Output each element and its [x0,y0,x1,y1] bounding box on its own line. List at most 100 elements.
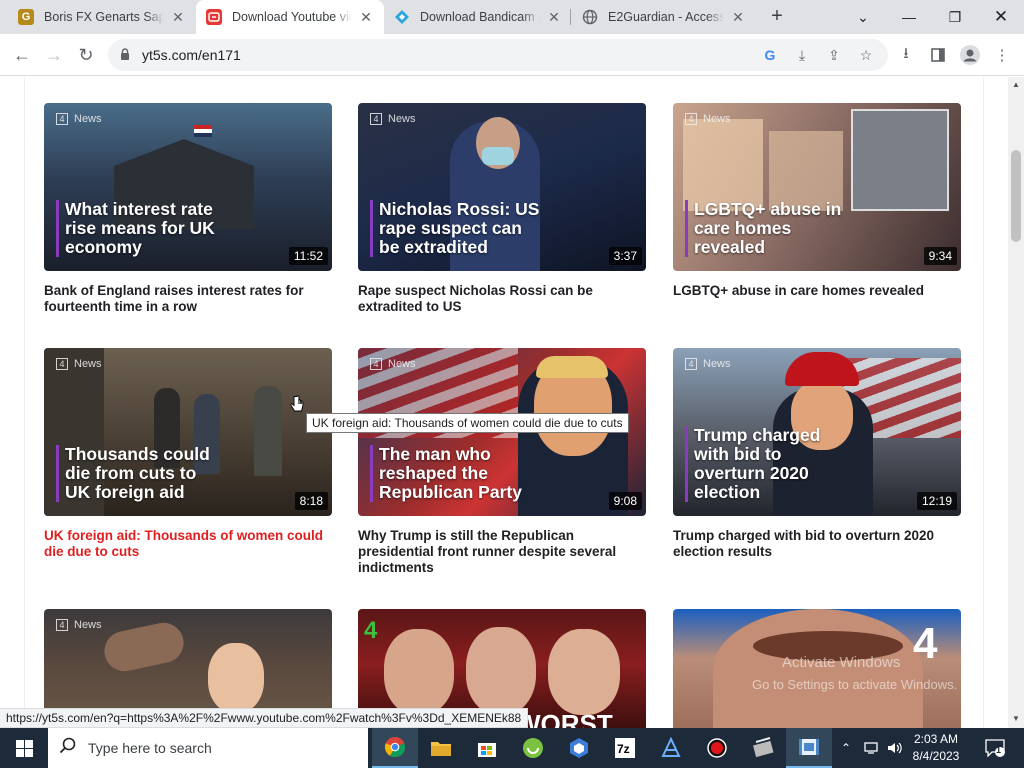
arm-graphic [100,619,188,675]
channel4-logo-icon: 4 [685,113,697,125]
google-lens-icon[interactable]: G [760,45,780,65]
page-viewport: 4 News What interest rate rise means for … [0,77,1008,728]
video-card[interactable]: 4 News The man who reshaped the Republica… [358,348,646,576]
clock-time: 2:03 AM [913,732,959,746]
video-thumbnail[interactable]: 4 News What interest rate rise means for … [44,103,332,271]
badge-label: News [388,358,416,370]
file-explorer-taskbar-icon[interactable] [418,728,464,768]
youtube-download-favicon-icon [206,9,222,25]
channel4-logo-icon: 4 [913,619,938,668]
notification-center-icon[interactable]: 1 [980,728,1010,768]
person-graphic [254,386,282,476]
video-card[interactable]: 4 News Nicholas Rossi: US rape suspect ca… [358,103,646,315]
video-card[interactable]: 4 News Thousands could die from cuts to U… [44,348,332,560]
profile-avatar-icon[interactable] [960,45,980,65]
tab-yt5s[interactable]: Download Youtube videos ✕ [196,0,384,34]
scrollbar-thumb[interactable] [1011,150,1021,242]
video-duration: 8:18 [294,492,328,510]
close-icon[interactable]: ✕ [170,9,186,25]
close-icon[interactable]: ✕ [730,9,746,25]
badge-label: News [703,358,731,370]
tooltip: UK foreign aid: Thousands of women could… [306,413,629,433]
tab-search-chevron-icon[interactable]: ⌄ [840,0,886,34]
tab-bandicam[interactable]: Download Bandicam 6 ✕ [384,0,572,34]
close-icon[interactable]: ✕ [358,9,374,25]
tab-boris-fx[interactable]: G Boris FX Genarts Sapphire ✕ [8,0,196,34]
channel4-logo-icon: 4 [56,358,68,370]
video-title[interactable]: LGBTQ+ abuse in care homes revealed [673,283,961,299]
vertical-scrollbar[interactable]: ▲ ▼ [1008,77,1024,728]
minimize-button[interactable]: — [886,0,932,34]
media-player-taskbar-icon[interactable] [786,728,832,768]
thumbnail-headline: What interest rate rise means for UK eco… [56,200,226,257]
channel-badge: 4 News [56,619,102,631]
tab-strip: G Boris FX Genarts Sapphire ✕ Download Y… [0,0,1024,34]
side-panel-icon[interactable] [928,45,948,65]
network-icon[interactable] [860,728,882,768]
close-icon[interactable]: ✕ [546,9,562,25]
back-button[interactable]: ← [8,41,36,69]
video-thumbnail[interactable]: 4 News LGBTQ+ abuse in care homes reveale… [673,103,961,271]
badge-label: News [74,113,102,125]
video-thumbnail[interactable]: 4 News Trump charged with bid to overturn… [673,348,961,516]
video-card[interactable]: 4 News LGBTQ+ abuse in care homes reveale… [673,103,961,299]
video-title[interactable]: Rape suspect Nicholas Rossi can be extra… [358,283,646,315]
7zip-taskbar-icon[interactable]: 7z [602,728,648,768]
start-button[interactable] [0,728,48,768]
restore-button[interactable]: ❐ [932,0,978,34]
video-thumbnail[interactable]: 4 News Nicholas Rossi: US rape suspect ca… [358,103,646,271]
app-cube-taskbar-icon[interactable] [556,728,602,768]
video-duration: 11:52 [288,247,328,265]
tab-title: E2Guardian - Access Denied [608,10,724,24]
video-grid: 4 News What interest rate rise means for … [24,77,984,728]
status-bar-url: https://yt5s.com/en?q=https%3A%2F%2Fwww.… [0,708,529,728]
tab-title: Download Youtube videos [232,10,352,24]
reload-button[interactable]: ↻ [72,41,100,69]
channel-badge: 4 News [56,358,102,370]
video-editor-taskbar-icon[interactable] [740,728,786,768]
video-title[interactable]: Bank of England raises interest rates fo… [44,283,332,315]
scroll-down-arrow-icon[interactable]: ▼ [1012,715,1020,723]
forward-button[interactable]: → [40,41,68,69]
taskbar-search-box[interactable]: Type here to search [48,728,368,768]
scroll-up-arrow-icon[interactable]: ▲ [1012,81,1020,89]
video-card[interactable]: 4 News What interest rate rise means for … [44,103,332,315]
video-card[interactable]: 4 News Trump charged with bid to overturn… [673,348,961,560]
app-green-taskbar-icon[interactable] [510,728,556,768]
clock-date: 8/4/2023 [912,749,960,763]
new-tab-button[interactable]: + [766,5,788,27]
notification-count-badge: 1 [996,745,1002,755]
search-icon [48,737,88,760]
install-app-icon[interactable]: ⤓ [792,45,812,65]
video-title[interactable]: UK foreign aid: Thousands of women could… [44,528,332,560]
badge-label: News [74,619,102,631]
bookmark-star-icon[interactable]: ☆ [856,45,876,65]
downloads-icon[interactable]: ⭳ [896,45,916,65]
badge-label: News [74,358,102,370]
screen-recorder-taskbar-icon[interactable] [694,728,740,768]
app-vector-taskbar-icon[interactable] [648,728,694,768]
video-thumbnail[interactable]: 4 News Thousands could die from cuts to U… [44,348,332,516]
tab-e2guardian[interactable]: E2Guardian - Access Denied ✕ [572,0,756,34]
face-graphic [548,629,620,715]
system-clock[interactable]: 2:03 AM 8/4/2023 [906,731,966,765]
url-text[interactable]: yt5s.com/en171 [142,47,241,63]
channel-badge: 4 News [370,113,416,125]
share-icon[interactable]: ⇪ [824,45,844,65]
channel4-logo-icon: 4 [56,113,68,125]
child-face-graphic [208,643,264,713]
video-duration: 12:19 [916,492,957,510]
video-title[interactable]: Trump charged with bid to overturn 2020 … [673,528,961,560]
video-title[interactable]: Why Trump is still the Republican presid… [358,528,646,576]
lock-icon[interactable] [120,48,130,61]
tab-separator [570,9,571,25]
kebab-menu-icon[interactable]: ⋮ [992,45,1012,65]
hand-cursor-icon [290,395,304,412]
show-hidden-icons-chevron-icon[interactable]: ⌃ [836,728,856,768]
channel-badge: 4 News [685,358,731,370]
address-bar[interactable]: yt5s.com/en171 G ⤓ ⇪ ☆ [108,39,888,71]
close-window-button[interactable]: ✕ [978,0,1024,34]
microsoft-store-taskbar-icon[interactable] [464,728,510,768]
chrome-taskbar-icon[interactable] [372,728,418,768]
volume-icon[interactable] [884,728,906,768]
